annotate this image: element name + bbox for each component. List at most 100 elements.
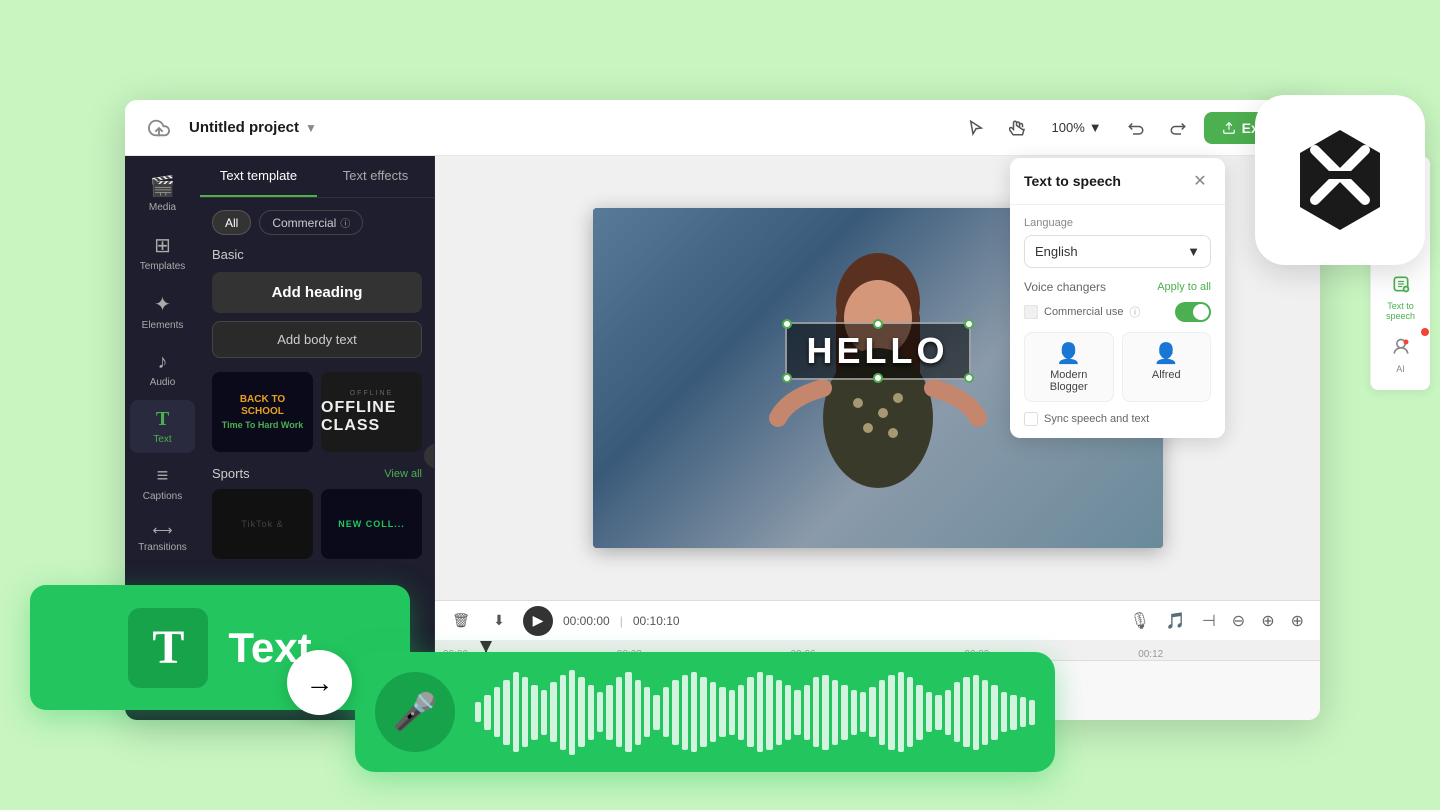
- commercial-use-label: Commercial use: [1044, 306, 1123, 318]
- waveform-bar: [747, 677, 753, 747]
- alfred-icon: 👤: [1131, 341, 1203, 366]
- voice-card-alfred[interactable]: 👤 Alfred: [1122, 332, 1212, 402]
- tts-close-button[interactable]: ✕: [1189, 170, 1211, 192]
- handle-top-left[interactable]: [782, 319, 792, 329]
- waveform-bar: [963, 677, 969, 747]
- handle-top-mid[interactable]: [873, 319, 883, 329]
- ai-icon: [1391, 337, 1411, 362]
- timeline-play-button[interactable]: ▶: [523, 606, 553, 636]
- tab-text-template[interactable]: Text template: [200, 156, 317, 197]
- voice-card-modern-blogger[interactable]: 👤 Modern Blogger: [1024, 332, 1114, 402]
- commercial-info-icon: ⓘ: [1129, 304, 1140, 320]
- sports-thumb-1[interactable]: TikTok &: [212, 489, 313, 559]
- microphone-button[interactable]: 🎙: [1126, 607, 1154, 635]
- undo-button[interactable]: [1120, 112, 1152, 144]
- waveform-bar: [813, 677, 819, 747]
- sidebar-item-text[interactable]: T Text: [130, 400, 195, 453]
- floating-t-icon: T: [128, 608, 208, 688]
- waveform-bar: [653, 695, 659, 730]
- text-effects-tab-label: Text effects: [343, 168, 409, 183]
- waveform-bar: [991, 685, 997, 740]
- woman-figure: [738, 228, 1018, 548]
- waveform-bar: [560, 675, 566, 750]
- apply-to-all-link[interactable]: Apply to all: [1157, 281, 1211, 293]
- waveform-bar: [1020, 697, 1026, 727]
- sidebar-item-captions[interactable]: ≡ Captions: [130, 457, 195, 510]
- waveform-bar: [1001, 692, 1007, 732]
- waveform-bar: [982, 680, 988, 745]
- commercial-check-icon: [1024, 305, 1038, 319]
- zoom-button[interactable]: 100% ▼: [1044, 116, 1110, 139]
- fit-button[interactable]: ⊕: [1257, 607, 1278, 635]
- waveform-bar: [1010, 695, 1016, 730]
- filter-commercial-chip[interactable]: Commercial ⓘ: [259, 210, 363, 235]
- waveform-bar: [606, 685, 612, 740]
- sidebar-item-templates[interactable]: ⊞ Templates: [130, 225, 195, 280]
- waveform-bar: [484, 695, 490, 730]
- waveform-bar: [550, 682, 556, 742]
- filter-all-chip[interactable]: All: [212, 210, 251, 235]
- split-button[interactable]: ⊣: [1198, 607, 1220, 635]
- voiceover-button[interactable]: 🎵: [1162, 607, 1190, 635]
- section-sports-title: Sports: [212, 466, 250, 481]
- rip-ai[interactable]: AI: [1376, 331, 1426, 380]
- tts-icon: [1391, 274, 1411, 299]
- handle-bottom-right[interactable]: [964, 373, 974, 383]
- tts-header: Text to speech ✕: [1010, 158, 1225, 205]
- add-heading-button[interactable]: Add heading: [212, 272, 422, 313]
- sports-thumb-2-label: NEW COLL...: [338, 519, 405, 529]
- timeline-delete-button[interactable]: 🗑: [447, 607, 475, 635]
- sports-thumb-1-label: TikTok &: [241, 519, 283, 529]
- handle-bottom-mid[interactable]: [873, 373, 883, 383]
- select-cursor-button[interactable]: [960, 112, 992, 144]
- sync-checkbox[interactable]: [1024, 412, 1038, 426]
- cloud-upload-icon[interactable]: [141, 110, 177, 146]
- pan-hand-button[interactable]: [1002, 112, 1034, 144]
- zoom-chevron: ▼: [1089, 120, 1102, 135]
- sidebar-item-elements[interactable]: ✦ Elements: [130, 284, 195, 339]
- view-all-link[interactable]: View all: [384, 468, 422, 480]
- ruler-4: 00:12: [1138, 649, 1312, 660]
- plus-zoom-button[interactable]: ⊕: [1287, 607, 1308, 635]
- language-select[interactable]: English ▼: [1024, 235, 1211, 268]
- capcut-logo-big: [1255, 95, 1425, 265]
- sidebar-item-transitions[interactable]: ⟷ Transitions: [130, 514, 195, 561]
- project-name-chevron: ▼: [305, 121, 317, 135]
- mic-icon: 🎤: [393, 691, 438, 733]
- timeline-download-button[interactable]: ⬇: [485, 607, 513, 635]
- sports-thumb-2[interactable]: NEW COLL...: [321, 489, 422, 559]
- commercial-use-toggle[interactable]: [1175, 302, 1211, 322]
- template-offline-class[interactable]: OFFLINE OFFLINE CLASS: [321, 372, 422, 452]
- handle-top-right[interactable]: [964, 319, 974, 329]
- floating-arrow: →: [287, 650, 352, 715]
- sidebar-item-media[interactable]: 🎬 Media: [130, 166, 195, 221]
- waveform-bar: [635, 680, 641, 745]
- waveform-bar: [766, 675, 772, 750]
- project-name-container[interactable]: Untitled project ▼: [189, 119, 317, 136]
- template-back-to-school[interactable]: BACK TOSCHOOL Time To Hard Work: [212, 372, 313, 452]
- rip-tts[interactable]: Text tospeech: [1376, 268, 1426, 327]
- waveform-bar: [907, 677, 913, 747]
- waveform-bar: [513, 672, 519, 752]
- zoom-level: 100%: [1052, 120, 1085, 135]
- waveform-bar: [597, 692, 603, 732]
- handle-bottom-left[interactable]: [782, 373, 792, 383]
- commercial-row: Commercial use ⓘ: [1024, 302, 1211, 322]
- voice-cards: 👤 Modern Blogger 👤 Alfred: [1024, 332, 1211, 402]
- sidebar-transitions-label: Transitions: [138, 542, 187, 553]
- tpl-offline-text: OFFLINE: [350, 390, 394, 397]
- waveform-bar: [531, 685, 537, 740]
- waveform-bar: [719, 687, 725, 737]
- add-body-button[interactable]: Add body text: [212, 321, 422, 358]
- modern-blogger-icon: 👤: [1033, 341, 1105, 366]
- arrow-icon: →: [306, 667, 334, 699]
- waveform-bar: [503, 680, 509, 745]
- tab-text-effects[interactable]: Text effects: [317, 156, 434, 197]
- waveform-bar: [475, 702, 481, 722]
- sidebar-audio-label: Audio: [150, 377, 176, 388]
- redo-button[interactable]: [1162, 112, 1194, 144]
- sidebar-item-audio[interactable]: ♪ Audio: [130, 343, 195, 396]
- minus-zoom-button[interactable]: ⊖: [1228, 607, 1249, 635]
- floating-audio-card: 🎤: [355, 652, 1055, 772]
- voice2-name: Alfred: [1131, 369, 1203, 381]
